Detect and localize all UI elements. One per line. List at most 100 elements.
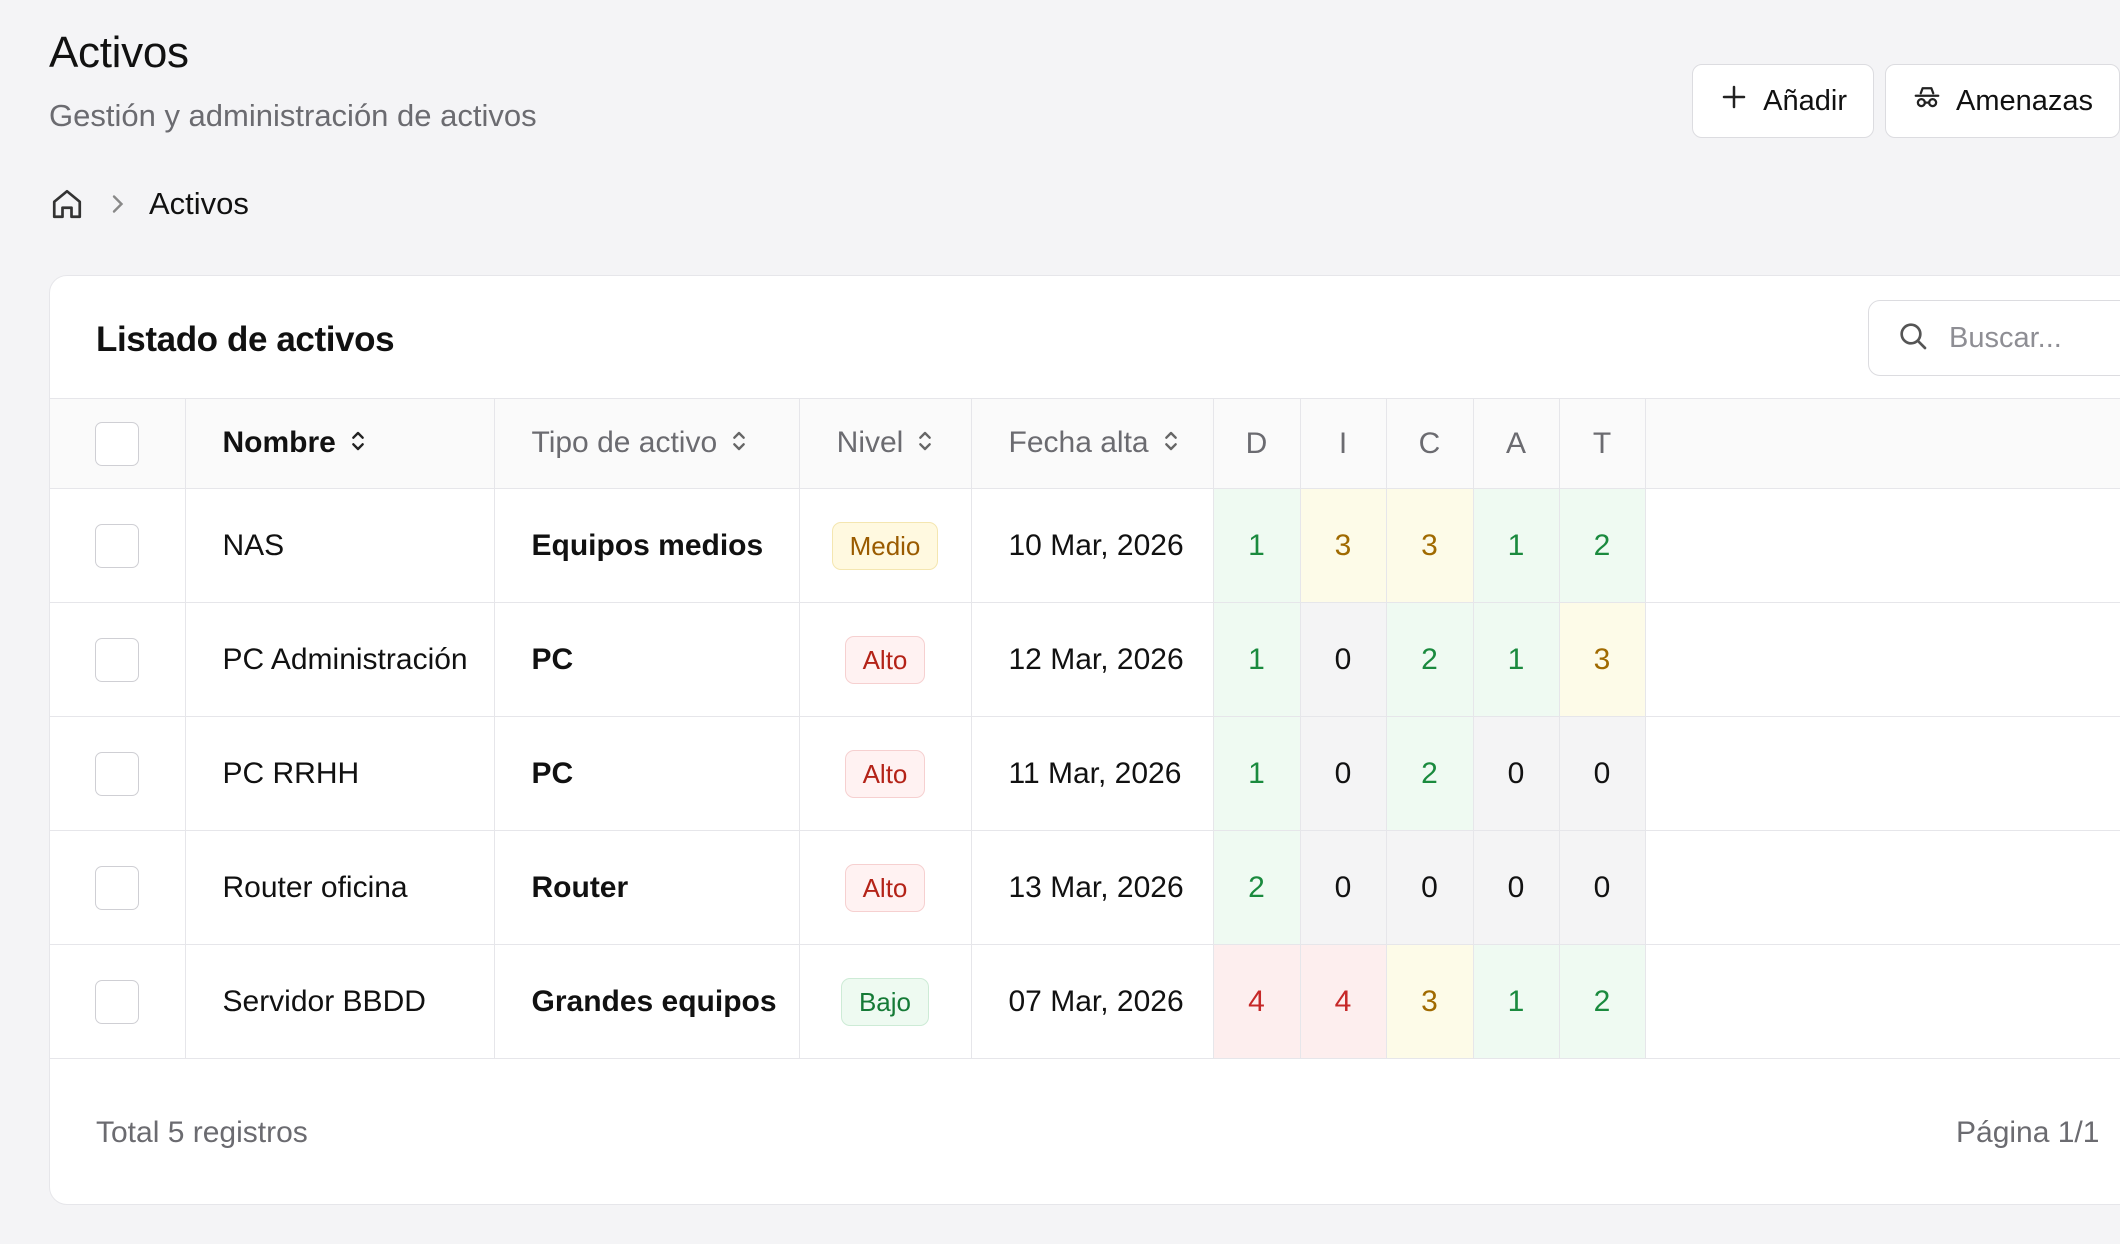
row-checkbox[interactable] bbox=[95, 523, 140, 568]
cell-score-i: 0 bbox=[1300, 602, 1387, 717]
cell-rest bbox=[1645, 830, 2120, 945]
row-checkbox[interactable] bbox=[95, 637, 140, 682]
row-select-cell bbox=[50, 602, 186, 717]
search-box[interactable] bbox=[1868, 300, 2120, 376]
level-badge: Alto bbox=[844, 863, 926, 912]
cell-name: Router oficina bbox=[185, 830, 495, 945]
cell-score-t: 0 bbox=[1559, 830, 1646, 945]
cell-score-c: 3 bbox=[1386, 944, 1474, 1059]
cell-score-t: 2 bbox=[1559, 488, 1646, 603]
cell-score-a: 1 bbox=[1473, 944, 1560, 1059]
cell-score-d: 1 bbox=[1213, 716, 1301, 831]
table-row[interactable]: Router oficina Router Alto 13 Mar, 2026 2 0 0 0… bbox=[50, 830, 2120, 945]
header-actions: Añadir Amenazas bbox=[1692, 64, 2120, 138]
column-header-type[interactable]: Tipo de activo bbox=[494, 398, 800, 489]
level-badge: Alto bbox=[844, 749, 926, 798]
cell-rest bbox=[1645, 488, 2120, 603]
cell-level: Medio bbox=[799, 488, 972, 603]
breadcrumb: Activos bbox=[49, 186, 249, 222]
sort-icon bbox=[731, 427, 747, 461]
cell-score-i: 4 bbox=[1300, 944, 1387, 1059]
cell-date: 10 Mar, 2026 bbox=[971, 488, 1214, 603]
cell-name: PC RRHH bbox=[185, 716, 495, 831]
column-header-name[interactable]: Nombre bbox=[185, 398, 495, 489]
sort-icon bbox=[1163, 427, 1179, 461]
cell-type: Grandes equipos bbox=[494, 944, 800, 1059]
cell-score-i: 3 bbox=[1300, 488, 1387, 603]
total-records: Total 5 registros bbox=[96, 1116, 308, 1149]
cell-score-a: 0 bbox=[1473, 716, 1560, 831]
search-icon bbox=[1897, 320, 1929, 357]
row-checkbox[interactable] bbox=[95, 865, 140, 910]
cell-score-d: 2 bbox=[1213, 830, 1301, 945]
cell-level: Alto bbox=[799, 602, 972, 717]
cell-score-c: 0 bbox=[1386, 830, 1474, 945]
table-row[interactable]: PC RRHH PC Alto 11 Mar, 2026 1 0 2 0 0 bbox=[50, 716, 2120, 831]
cell-score-d: 1 bbox=[1213, 602, 1301, 717]
breadcrumb-current: Activos bbox=[149, 186, 249, 221]
search-input[interactable] bbox=[1947, 320, 2120, 356]
level-badge: Bajo bbox=[840, 977, 930, 1026]
table-row[interactable]: NAS Equipos medios Medio 10 Mar, 2026 1 3 3 1 2 bbox=[50, 488, 2120, 603]
spy-icon bbox=[1912, 82, 1942, 120]
column-header-d: D bbox=[1213, 398, 1301, 489]
row-select-cell bbox=[50, 488, 186, 603]
table-header-row: Nombre Tipo de activo Nivel Fecha alta D… bbox=[50, 398, 2120, 489]
cell-score-t: 2 bbox=[1559, 944, 1646, 1059]
row-checkbox[interactable] bbox=[95, 751, 140, 796]
page-title: Activos bbox=[49, 28, 189, 77]
cell-name: PC Administración bbox=[185, 602, 495, 717]
cell-rest bbox=[1645, 716, 2120, 831]
cell-score-c: 2 bbox=[1386, 716, 1474, 831]
cell-score-a: 0 bbox=[1473, 830, 1560, 945]
row-select-cell bbox=[50, 716, 186, 831]
sort-icon bbox=[350, 427, 366, 461]
level-badge: Alto bbox=[844, 635, 926, 684]
cell-type: Router bbox=[494, 830, 800, 945]
level-badge: Medio bbox=[831, 521, 939, 570]
assets-table: Nombre Tipo de activo Nivel Fecha alta D… bbox=[50, 398, 2120, 1059]
column-header-rest bbox=[1645, 398, 2120, 489]
cell-score-c: 3 bbox=[1386, 488, 1474, 603]
cell-type: PC bbox=[494, 602, 800, 717]
cell-score-c: 2 bbox=[1386, 602, 1474, 717]
column-header-date[interactable]: Fecha alta bbox=[971, 398, 1214, 489]
add-button[interactable]: Añadir bbox=[1692, 64, 1874, 138]
column-header-c: C bbox=[1386, 398, 1474, 489]
row-select-cell bbox=[50, 944, 186, 1059]
select-all-cell bbox=[50, 398, 186, 489]
cell-name: Servidor BBDD bbox=[185, 944, 495, 1059]
cell-date: 07 Mar, 2026 bbox=[971, 944, 1214, 1059]
cell-score-i: 0 bbox=[1300, 830, 1387, 945]
column-header-a: A bbox=[1473, 398, 1560, 489]
select-all-checkbox[interactable] bbox=[95, 421, 140, 466]
cell-level: Alto bbox=[799, 830, 972, 945]
table-row[interactable]: Servidor BBDD Grandes equipos Bajo 07 Mar, … bbox=[50, 944, 2120, 1059]
cell-date: 13 Mar, 2026 bbox=[971, 830, 1214, 945]
cell-score-i: 0 bbox=[1300, 716, 1387, 831]
column-header-t: T bbox=[1559, 398, 1646, 489]
cell-score-a: 1 bbox=[1473, 602, 1560, 717]
cell-name: NAS bbox=[185, 488, 495, 603]
threats-button[interactable]: Amenazas bbox=[1884, 64, 2120, 138]
cell-score-d: 4 bbox=[1213, 944, 1301, 1059]
threats-button-label: Amenazas bbox=[1955, 84, 2093, 117]
add-button-label: Añadir bbox=[1763, 84, 1847, 117]
cell-score-t: 3 bbox=[1559, 602, 1646, 717]
cell-score-d: 1 bbox=[1213, 488, 1301, 603]
cell-type: Equipos medios bbox=[494, 488, 800, 603]
cell-type: PC bbox=[494, 716, 800, 831]
home-icon[interactable] bbox=[49, 186, 85, 222]
cell-score-t: 0 bbox=[1559, 716, 1646, 831]
cell-level: Alto bbox=[799, 716, 972, 831]
chevron-right-icon bbox=[107, 192, 127, 216]
cell-date: 11 Mar, 2026 bbox=[971, 716, 1214, 831]
row-checkbox[interactable] bbox=[95, 979, 140, 1024]
cell-date: 12 Mar, 2026 bbox=[971, 602, 1214, 717]
card-title: Listado de activos bbox=[96, 320, 395, 359]
plus-icon bbox=[1719, 82, 1749, 120]
column-header-level[interactable]: Nivel bbox=[799, 398, 972, 489]
page-subtitle: Gestión y administración de activos bbox=[49, 98, 537, 133]
table-row[interactable]: PC Administración PC Alto 12 Mar, 2026 1 0 2 1 3 bbox=[50, 602, 2120, 717]
cell-rest bbox=[1645, 602, 2120, 717]
